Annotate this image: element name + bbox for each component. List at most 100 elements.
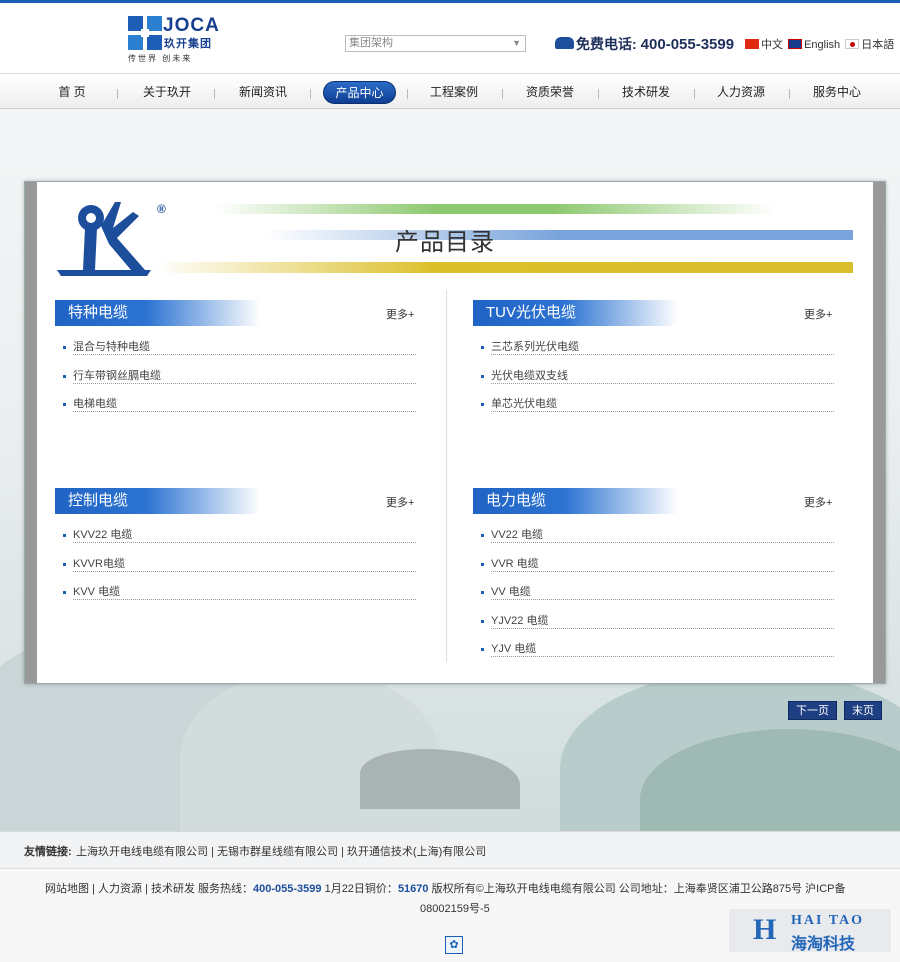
nav-separator: [694, 89, 695, 99]
nav-item-home[interactable]: 首 页: [44, 81, 100, 104]
more-link[interactable]: 更多+: [804, 306, 832, 322]
nav-item-rnd[interactable]: 技术研发: [614, 81, 678, 104]
bullet-icon: [481, 591, 484, 594]
icp-number[interactable]: 08002159号-5: [420, 900, 490, 916]
blue-stripe: [265, 230, 853, 240]
nav-item-about[interactable]: 关于玖开: [135, 81, 199, 104]
category-header-tuv[interactable]: TUV光伏电缆: [473, 300, 678, 326]
item-label: 电梯电缆: [73, 398, 117, 410]
friend-links-list[interactable]: 上海玖开电线电缆有限公司 | 无锡市群星线缆有限公司 | 玖开通信技术(上海)有…: [76, 843, 486, 859]
list-item[interactable]: KVV22 电缆: [63, 527, 416, 543]
catalog-title: 产品目录: [395, 229, 495, 256]
list-item[interactable]: KVVR电缆: [63, 556, 416, 572]
copyright-text: 版权所有©上海玖开电线电缆有限公司 公司地址：上海奉贤区浦卫公路875号 沪IC…: [428, 883, 846, 895]
nav-item-service[interactable]: 服务中心: [805, 81, 869, 104]
boat-shape: [360, 749, 520, 809]
item-label: 行车带钢丝膈电缆: [73, 370, 161, 382]
bullet-icon: [481, 620, 484, 623]
bullet-icon: [63, 375, 66, 378]
more-link[interactable]: 更多+: [386, 494, 414, 510]
lang-japanese[interactable]: 日本語: [845, 36, 894, 52]
green-stripe: [215, 204, 775, 214]
yellow-stripe: [155, 262, 853, 273]
group-select-value: 集团架构: [349, 37, 393, 49]
list-item[interactable]: 光伏电缆双支线: [481, 368, 834, 384]
next-page-button[interactable]: 下一页: [788, 701, 837, 720]
lang-english[interactable]: English: [788, 39, 840, 51]
nav-separator: [598, 89, 599, 99]
copper-price-label: 1月22日铜价：: [321, 883, 398, 895]
nav-item-news[interactable]: 新闻资讯: [231, 81, 295, 104]
list-item[interactable]: 三芯系列光伏电缆: [481, 339, 834, 355]
list-item[interactable]: KVV 电缆: [63, 584, 416, 600]
copper-price: 51670: [397, 883, 429, 895]
haitao-badge[interactable]: H HAI TAO 海淘科技: [729, 909, 891, 953]
nav-item-hr[interactable]: 人力资源: [709, 81, 773, 104]
bullet-icon: [63, 591, 66, 594]
nav-item-products[interactable]: 产品中心: [323, 81, 396, 104]
bullet-icon: [481, 648, 484, 651]
nav-separator: [789, 89, 790, 99]
hotline-label: 免费电话:: [576, 36, 637, 52]
category-header-special[interactable]: 特种电缆: [55, 300, 260, 326]
category-header-control[interactable]: 控制电缆: [55, 488, 260, 514]
item-label: VV22 电缆: [491, 529, 543, 541]
list-item[interactable]: VVR 电缆: [481, 556, 834, 572]
bullet-icon: [63, 563, 66, 566]
nav-separator: [407, 89, 408, 99]
company-logo[interactable]: JOCA 玖开集团 传世界 创未来: [24, 9, 332, 67]
registered-mark: ®: [157, 202, 166, 216]
item-label: 单芯光伏电缆: [491, 398, 557, 410]
list-item[interactable]: YJV22 电缆: [481, 613, 834, 629]
joca-logo-icon: [128, 16, 162, 50]
item-label: 三芯系列光伏电缆: [491, 341, 579, 353]
item-label: KVVR电缆: [73, 558, 125, 570]
friend-links-label: 友情链接:: [24, 846, 72, 858]
group-structure-select[interactable]: 集团架构 ▼: [345, 35, 526, 52]
item-label: KVV 电缆: [73, 586, 121, 598]
item-label: 混合与特种电缆: [73, 341, 150, 353]
footer-links[interactable]: 网站地图 | 人力资源 | 技术研发 服务热线：: [45, 883, 253, 895]
bullet-icon: [63, 534, 66, 537]
bullet-icon: [63, 346, 66, 349]
more-link[interactable]: 更多+: [804, 494, 832, 510]
language-switcher: 中文 English 日本語: [745, 36, 896, 52]
haitao-cn: 海淘科技: [791, 936, 856, 953]
lang-chinese[interactable]: 中文: [745, 36, 783, 52]
site-header: JOCA 玖开集团 传世界 创未来 集团架构 ▼ 免费电话: 400-055-35…: [0, 3, 900, 73]
japan-flag-icon: [845, 39, 860, 50]
footer-hotline: 400-055-3599: [253, 883, 322, 895]
phone-icon: [555, 37, 574, 50]
friend-links-bar: 友情链接: 上海玖开电线电缆有限公司 | 无锡市群星线缆有限公司 | 玖开通信技…: [0, 831, 900, 869]
list-item[interactable]: VV 电缆: [481, 584, 834, 600]
bullet-icon: [481, 563, 484, 566]
ik-brand-logo-icon: [57, 202, 151, 276]
more-link[interactable]: 更多+: [386, 306, 414, 322]
item-label: 光伏电缆双支线: [491, 370, 568, 382]
list-item[interactable]: 行车带钢丝膈电缆: [63, 368, 416, 384]
list-item[interactable]: VV22 电缆: [481, 527, 834, 543]
nav-separator: [117, 89, 118, 99]
product-catalog-panel: ® 产品目录 特种电缆 更多+ 混合与特种电缆 行车带钢丝膈电缆 电梯电缆 TU…: [24, 181, 886, 684]
footer-info-line: 网站地图 | 人力资源 | 技术研发 服务热线：400-055-3599 1月2…: [45, 880, 846, 896]
hotline-number: 400-055-3599: [640, 36, 735, 53]
lang-label: 中文: [761, 39, 783, 51]
lang-label: English: [804, 39, 841, 51]
list-item[interactable]: 电梯电缆: [63, 396, 416, 412]
logo-text-cn: 玖开集团: [164, 38, 212, 50]
last-page-button[interactable]: 末页: [844, 701, 882, 720]
nav-item-honors[interactable]: 资质荣誉: [518, 81, 582, 104]
item-label: VV 电缆: [491, 586, 531, 598]
nav-separator: [310, 89, 311, 99]
logo-text-en: JOCA: [163, 15, 220, 36]
list-item[interactable]: 单芯光伏电缆: [481, 396, 834, 412]
list-item[interactable]: 混合与特种电缆: [63, 339, 416, 355]
nav-item-projects[interactable]: 工程案例: [422, 81, 486, 104]
china-flag-icon: [745, 39, 759, 50]
category-header-power[interactable]: 电力电缆: [473, 488, 678, 514]
list-item[interactable]: YJV 电缆: [481, 641, 834, 657]
item-label: KVV22 电缆: [73, 529, 133, 541]
chevron-down-icon: ▼: [512, 38, 521, 48]
bullet-icon: [63, 403, 66, 406]
baidu-paw-icon[interactable]: ✿: [445, 936, 463, 954]
